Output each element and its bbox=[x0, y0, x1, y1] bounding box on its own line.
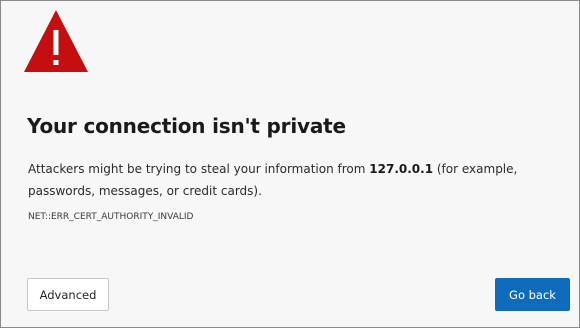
page-title: Your connection isn't private bbox=[27, 114, 346, 138]
warning-triangle-icon bbox=[24, 10, 88, 72]
error-code: NET::ERR_CERT_AUTHORITY_INVALID bbox=[28, 212, 194, 222]
description-text-before: Attackers might be trying to steal your … bbox=[28, 162, 370, 176]
host-name: 127.0.0.1 bbox=[369, 162, 434, 176]
advanced-button[interactable]: Advanced bbox=[27, 278, 109, 311]
error-page: Your connection isn't private Attackers … bbox=[0, 0, 580, 328]
go-back-button[interactable]: Go back bbox=[495, 278, 570, 311]
error-description: Attackers might be trying to steal your … bbox=[28, 158, 573, 202]
